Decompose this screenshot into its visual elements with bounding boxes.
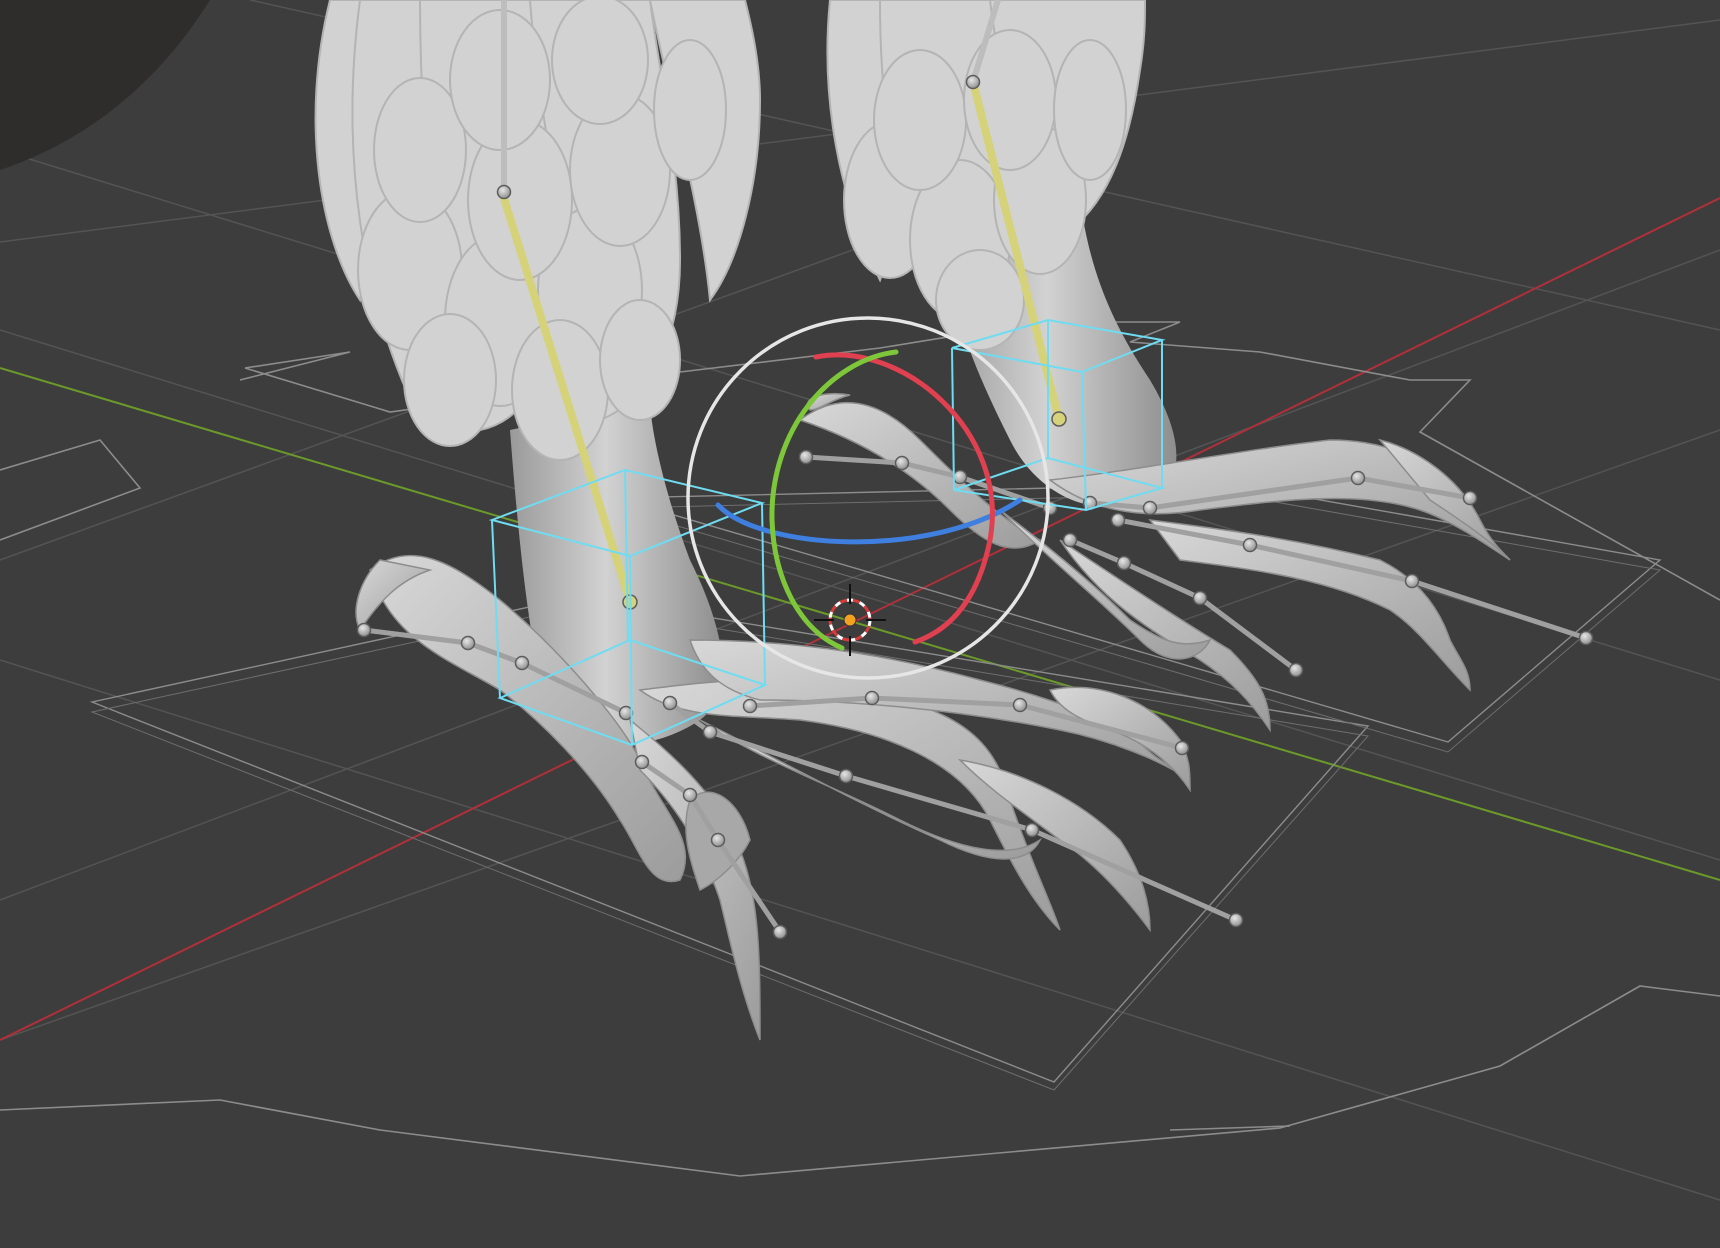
bone-joint[interactable]	[1174, 740, 1190, 756]
bone-joint[interactable]	[1350, 470, 1366, 486]
viewport-canvas[interactable]	[0, 0, 1720, 1248]
bone-joint[interactable]	[1062, 532, 1078, 548]
3d-viewport[interactable]	[0, 0, 1720, 1248]
bone-joint[interactable]	[710, 832, 726, 848]
bone-joint[interactable]	[1192, 590, 1208, 606]
bone-joint[interactable]	[662, 695, 678, 711]
bone-joint[interactable]	[1024, 822, 1040, 838]
body-silhouette	[0, 0, 210, 170]
world-x-axis	[0, 197, 1720, 1041]
pivot-point	[843, 613, 857, 627]
bone-joint[interactable]	[1578, 630, 1594, 646]
bone-joint[interactable]	[1051, 411, 1067, 427]
bone-joint[interactable]	[356, 622, 372, 638]
bone-joint[interactable]	[1462, 490, 1478, 506]
bone-joint[interactable]	[682, 787, 698, 803]
bone-joint[interactable]	[618, 705, 634, 721]
bone-joint[interactable]	[742, 698, 758, 714]
bone-joint[interactable]	[634, 754, 650, 770]
bone-joint[interactable]	[496, 184, 512, 200]
bone-joint[interactable]	[772, 924, 788, 940]
bone-joint[interactable]	[1288, 662, 1304, 678]
bone-joint[interactable]	[514, 655, 530, 671]
bone-joint[interactable]	[965, 74, 981, 90]
bone-joint[interactable]	[864, 690, 880, 706]
bone-joint[interactable]	[798, 449, 814, 465]
bone-joint[interactable]	[952, 469, 968, 485]
bone-joint[interactable]	[1228, 912, 1244, 928]
bone-joint[interactable]	[1012, 697, 1028, 713]
bone-joint[interactable]	[1116, 555, 1132, 571]
bone-joint[interactable]	[1142, 500, 1158, 516]
bone-joint[interactable]	[1404, 573, 1420, 589]
right-leg-mesh	[798, 0, 1511, 733]
bone-joint[interactable]	[702, 724, 718, 740]
bone-joint[interactable]	[894, 455, 910, 471]
bone-joint[interactable]	[838, 768, 854, 784]
bone-joint[interactable]	[1110, 512, 1126, 528]
bone-joint[interactable]	[1242, 537, 1258, 553]
ground-outline	[0, 321, 1720, 1177]
bone-joint[interactable]	[460, 635, 476, 651]
